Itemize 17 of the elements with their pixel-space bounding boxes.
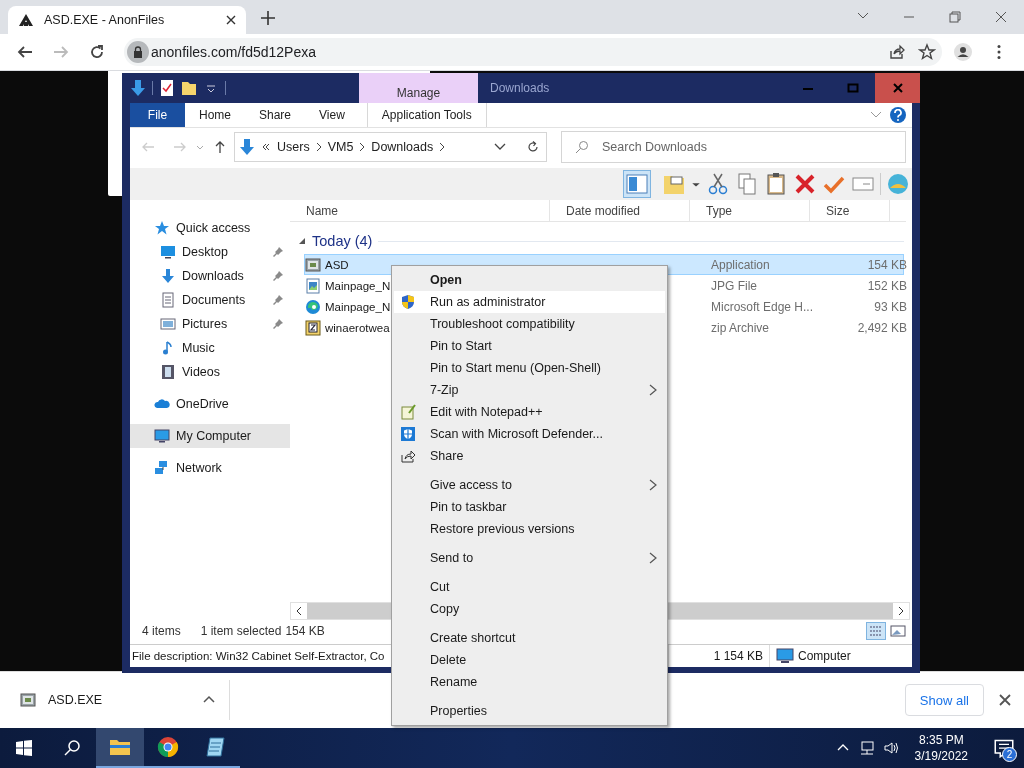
file-size: 2,492 KB [857, 320, 907, 335]
file-size: 154 KB [867, 257, 907, 272]
file-description: File description: Win32 Cabinet Self-Extractor, Co [132, 650, 385, 662]
selection-size: 154 KB [285, 624, 325, 638]
window-title: Downloads [490, 81, 550, 95]
file-type: Microsoft Edge H... [711, 299, 814, 314]
location-label: Computer [798, 649, 851, 663]
notification-badge: 2 [1002, 747, 1017, 762]
context-tab-header: Manage [359, 73, 478, 103]
file-type: Application [711, 257, 770, 272]
item-count: 4 items [142, 624, 181, 638]
file-type: zip Archive [711, 320, 770, 335]
file-size: 1 154 KB [713, 649, 763, 663]
file-size: 93 KB [874, 299, 907, 314]
file-size: 152 KB [867, 278, 907, 293]
selection-info: 1 item selected [200, 624, 282, 638]
file-type: JPG File [711, 278, 757, 293]
